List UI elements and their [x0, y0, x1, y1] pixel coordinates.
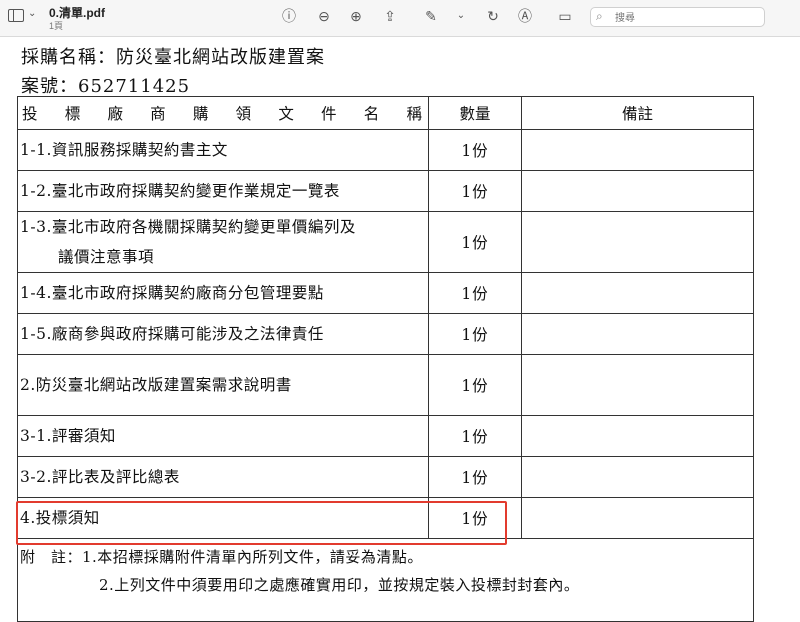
pdf-page: 採購名稱：防災臺北網站改版建置案 案號：652711425 投 標 廠 商 購 … — [0, 37, 800, 622]
header-quantity: 數量 — [428, 96, 522, 130]
table-row: 1-3.臺北市政府各機關採購契約變更單價編列及 議價注意事項 1份 — [17, 211, 754, 273]
table-row: 1-4.臺北市政府採購契約廠商分包管理要點 1份 — [17, 272, 754, 314]
remark-cell — [521, 354, 754, 416]
note-line: 附 註：1.本招標採購附件清單內所列文件，請妥為清點。 — [20, 548, 423, 566]
table-header-row: 投 標 廠 商 購 領 文 件 名 稱 數量 備註 — [17, 96, 754, 130]
quantity-cell: 1份 — [428, 497, 522, 539]
quantity-cell: 1份 — [428, 354, 522, 416]
highlight-pen-icon[interactable]: ✎ — [422, 7, 440, 25]
zoom-out-icon[interactable]: ⊖ — [315, 7, 333, 25]
remark-cell — [521, 129, 754, 171]
notes-cell: 附 註：1.本招標採購附件清單內所列文件，請妥為清點。 2.上列文件中須要用印之… — [17, 538, 754, 622]
document-name: 1-2.臺北市政府採購契約變更作業規定一覽表 — [17, 170, 429, 212]
header-char: 稱 — [406, 105, 422, 123]
document-name: 4.投標須知 — [17, 497, 429, 539]
search-field[interactable]: ⌕ — [590, 7, 765, 27]
header-char: 領 — [235, 105, 252, 123]
chevron-down-icon[interactable]: ⌄ — [28, 8, 36, 19]
header-char: 名 — [363, 105, 380, 123]
remark-cell — [521, 170, 754, 212]
share-icon[interactable]: ⇪ — [381, 7, 399, 25]
remark-cell — [521, 456, 754, 498]
chevron-down-icon[interactable]: ⌄ — [452, 7, 470, 25]
remark-cell — [521, 211, 754, 273]
quantity-cell: 1份 — [428, 170, 522, 212]
table-row: 3-2.評比表及評比總表 1份 — [17, 456, 754, 498]
document-name: 1-4.臺北市政府採購契約廠商分包管理要點 — [17, 272, 429, 314]
header-char: 投 — [22, 105, 38, 123]
document-name: 1-1.資訊服務採購契約書主文 — [17, 129, 429, 171]
sidebar-icon[interactable] — [8, 9, 24, 22]
page-count: 1頁 — [49, 21, 64, 31]
document-list-table: 投 標 廠 商 購 領 文 件 名 稱 數量 備註 1-1.資訊服務採購契約書主… — [17, 96, 754, 622]
quantity-cell: 1份 — [428, 211, 522, 273]
info-icon[interactable]: ⓘ — [280, 7, 298, 25]
document-name: 2.防災臺北網站改版建置案需求說明書 — [17, 354, 429, 416]
document-name: 3-2.評比表及評比總表 — [17, 456, 429, 498]
notes-row: 附 註：1.本招標採購附件清單內所列文件，請妥為清點。 2.上列文件中須要用印之… — [17, 538, 754, 622]
table-row: 4.投標須知 1份 — [17, 497, 754, 539]
quantity-cell: 1份 — [428, 313, 522, 355]
zoom-in-icon[interactable]: ⊕ — [347, 7, 365, 25]
table-row: 3-1.評審須知 1份 — [17, 415, 754, 457]
signature-icon[interactable]: ▭ — [556, 7, 574, 25]
header-char: 文 — [278, 105, 294, 123]
header-char: 標 — [64, 105, 81, 123]
quantity-cell: 1份 — [428, 129, 522, 171]
search-icon: ⌕ — [596, 9, 603, 23]
header-char: 件 — [321, 105, 337, 123]
document-name-line: 議價注意事項 — [58, 248, 155, 266]
note-line: 2.上列文件中須要用印之處應確實用印，並按規定裝入投標封封套內。 — [99, 576, 580, 594]
header-char: 購 — [192, 105, 209, 123]
pdf-toolbar: ⌄ 0.清單.pdf 1頁 ⓘ ⊖ ⊕ ⇪ ✎ ⌄ ↻ Ⓐ ▭ ⌕ — [0, 0, 800, 37]
search-input[interactable] — [613, 9, 757, 27]
remark-cell — [521, 272, 754, 314]
quantity-cell: 1份 — [428, 272, 522, 314]
table-row: 1-2.臺北市政府採購契約變更作業規定一覽表 1份 — [17, 170, 754, 212]
document-name: 1-3.臺北市政府各機關採購契約變更單價編列及 議價注意事項 — [17, 211, 429, 273]
header-char: 廠 — [107, 105, 123, 123]
purchase-name: 採購名稱：防災臺北網站改版建置案 — [21, 47, 325, 68]
header-remarks: 備註 — [521, 96, 754, 130]
remark-cell — [521, 497, 754, 539]
document-name: 3-1.評審須知 — [17, 415, 429, 457]
document-name-line: 1-3.臺北市政府各機關採購契約變更單價編列及 — [20, 218, 356, 236]
document-name: 1-5.廠商參與政府採購可能涉及之法律責任 — [17, 313, 429, 355]
remark-cell — [521, 313, 754, 355]
markup-icon[interactable]: Ⓐ — [516, 7, 534, 25]
case-number: 案號：652711425 — [21, 76, 191, 97]
remark-cell — [521, 415, 754, 457]
rotate-icon[interactable]: ↻ — [484, 7, 502, 25]
table-row: 2.防災臺北網站改版建置案需求說明書 1份 — [17, 354, 754, 416]
quantity-cell: 1份 — [428, 415, 522, 457]
table-row: 1-5.廠商參與政府採購可能涉及之法律責任 1份 — [17, 313, 754, 355]
table-row: 1-1.資訊服務採購契約書主文 1份 — [17, 129, 754, 171]
header-document-name: 投 標 廠 商 購 領 文 件 名 稱 — [17, 96, 429, 130]
quantity-cell: 1份 — [428, 456, 522, 498]
header-char: 商 — [150, 105, 166, 123]
